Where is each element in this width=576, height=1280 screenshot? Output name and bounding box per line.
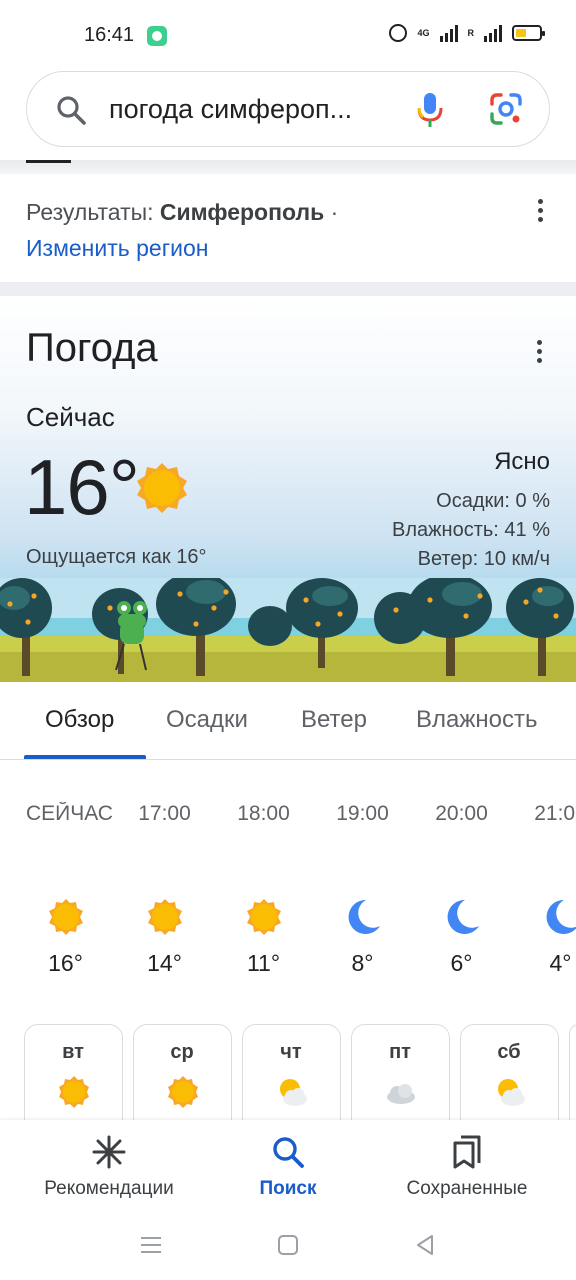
nav-saved[interactable]: Сохраненные (396, 1134, 538, 1200)
status-icons: 4G R (389, 24, 545, 42)
day-card-partial[interactable] (569, 1024, 576, 1120)
day-name: вт (62, 1041, 84, 1063)
divider (0, 160, 576, 174)
tab-precipitation[interactable]: Осадки (166, 706, 248, 734)
hour-temperature: 6° (450, 950, 473, 976)
change-region-link[interactable]: Изменить регион (26, 235, 208, 262)
current-temperature: 16° (24, 443, 140, 531)
signal-icon-2 (484, 24, 502, 42)
moon-icon (447, 899, 479, 934)
hour-label: СЕЙЧАС (26, 802, 113, 825)
humidity: Влажность: 41 % (392, 519, 550, 541)
home-icon[interactable] (277, 1234, 299, 1256)
sun-icon (137, 463, 187, 513)
hour-temperature: 14° (147, 950, 182, 976)
moon-icon (348, 899, 380, 934)
day-card[interactable]: ср (133, 1024, 232, 1120)
search-bar[interactable]: погода симфероп... (26, 71, 550, 147)
roaming-label: R (467, 27, 475, 38)
sun-icon (59, 1076, 89, 1108)
weather-title: Погода (26, 326, 158, 370)
hourly-forecast[interactable]: СЕЙЧАС 16° 17:00 14° 18:00 11° 19:00 8° … (0, 762, 576, 1012)
region-suffix: · (324, 199, 339, 225)
sun-icon (49, 899, 83, 935)
battery-icon (512, 25, 545, 41)
google-lens-icon[interactable] (489, 92, 523, 126)
weather-tabs: Обзор Осадки Ветер Влажность (0, 682, 576, 760)
cloud-icon (387, 1084, 415, 1104)
sun-icon (168, 1076, 198, 1108)
weather-menu-icon[interactable] (535, 340, 543, 366)
status-bar: 16:41 4G R (0, 0, 576, 70)
asterisk-icon (92, 1135, 126, 1169)
region-results: Результаты: Симферополь · (26, 199, 338, 226)
tab-indicator (26, 160, 71, 163)
hour-temperature: 16° (48, 950, 83, 976)
day-card[interactable]: пт (351, 1024, 450, 1120)
hour-label: 17:00 (138, 802, 191, 825)
sun-icon (148, 899, 182, 935)
active-tab-underline (24, 755, 146, 759)
tab-overview[interactable]: Обзор (45, 706, 114, 734)
search-icon (273, 1137, 304, 1168)
nav-recommendations[interactable]: Рекомендации (36, 1134, 182, 1200)
weather-condition: Ясно (494, 448, 550, 475)
partly-cloudy-icon (498, 1079, 525, 1106)
region-prefix: Результаты: (26, 199, 160, 225)
nav-label: Рекомендации (44, 1178, 174, 1199)
feels-like: Ощущается как 16° (26, 546, 207, 568)
hour-temperature: 4° (549, 950, 572, 976)
day-name: пт (389, 1041, 411, 1063)
search-query[interactable]: погода симфероп... (109, 94, 352, 125)
signal-icon (439, 24, 458, 42)
hour-temperature: 8° (351, 950, 374, 976)
menu-icon[interactable] (140, 1234, 162, 1256)
precipitation: Осадки: 0 % (436, 490, 550, 512)
day-card[interactable]: вт (24, 1024, 123, 1120)
weather-card: Погода Сейчас 16° Ощущается как 16° Ясно… (0, 296, 576, 682)
day-card[interactable]: чт (242, 1024, 341, 1120)
status-time: 16:41 (84, 24, 135, 46)
system-navigation (0, 1212, 576, 1280)
nav-search[interactable]: Поиск (240, 1134, 336, 1200)
tab-humidity[interactable]: Влажность (416, 706, 538, 734)
region-city: Симферополь (159, 199, 325, 225)
bottom-navigation: Рекомендации Поиск Сохраненные (0, 1120, 576, 1212)
sun-icon (247, 899, 281, 935)
day-name: чт (280, 1041, 302, 1063)
region-menu-icon[interactable] (536, 199, 544, 225)
hour-label: 21:00 (534, 802, 576, 825)
partly-cloudy-icon (280, 1079, 307, 1106)
hour-label: 19:00 (336, 802, 389, 825)
network-type-label: 4G (417, 27, 430, 38)
hour-temperature: 11° (246, 950, 281, 976)
tab-wind[interactable]: Ветер (301, 706, 367, 734)
day-card[interactable]: сб (460, 1024, 559, 1120)
hour-label: 18:00 (237, 802, 290, 825)
day-name: ср (170, 1041, 194, 1063)
back-icon[interactable] (414, 1234, 436, 1256)
app-notification-icon (147, 26, 167, 46)
hour-label: 20:00 (435, 802, 488, 825)
wind: Ветер: 10 км/ч (417, 548, 550, 570)
region-section: Результаты: Симферополь · Изменить регио… (0, 175, 576, 285)
search-icon[interactable] (55, 94, 87, 126)
nav-label: Поиск (259, 1178, 317, 1199)
saved-icon (453, 1135, 481, 1169)
daily-forecast[interactable]: вт ср чт пт сб (0, 1024, 576, 1120)
now-label: Сейчас (26, 402, 115, 432)
day-name: сб (497, 1041, 521, 1063)
nav-label: Сохраненные (406, 1178, 528, 1199)
alarm-icon (389, 24, 408, 42)
microphone-icon[interactable] (415, 92, 445, 128)
weather-illustration (0, 578, 576, 682)
moon-icon (546, 899, 576, 934)
section-separator (0, 282, 576, 296)
